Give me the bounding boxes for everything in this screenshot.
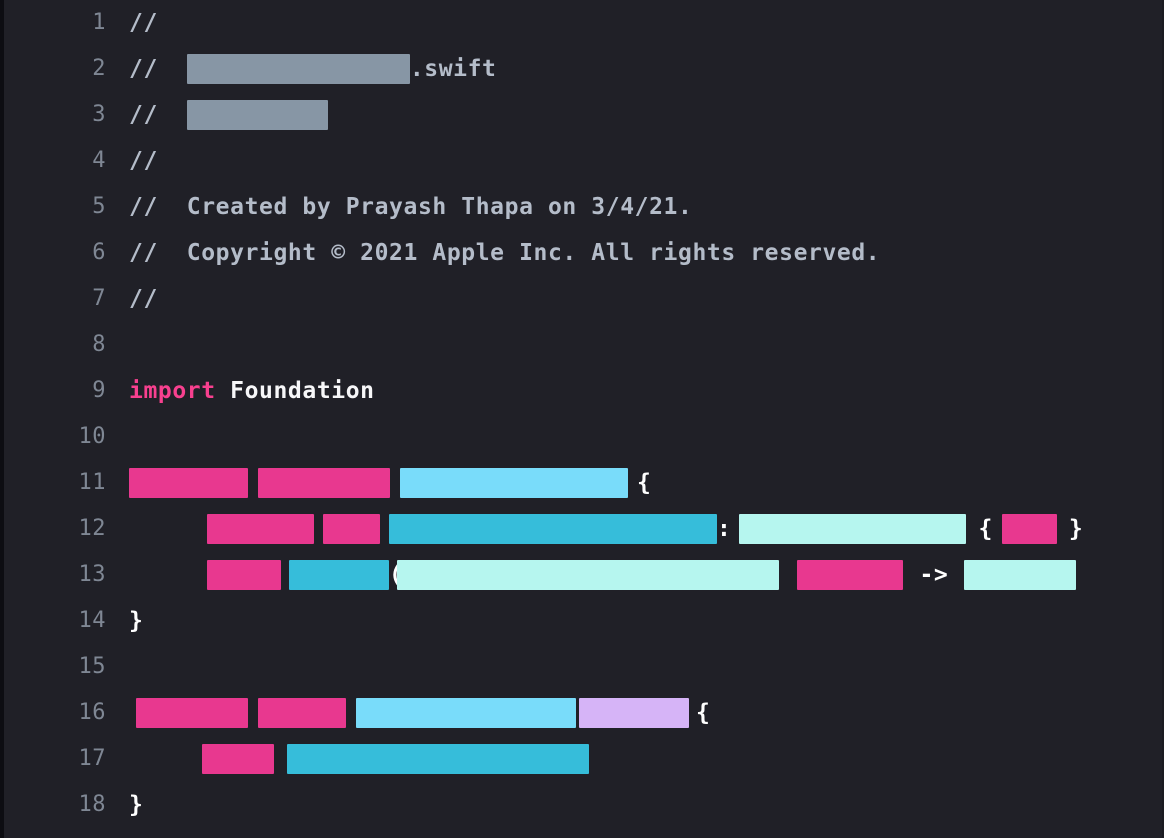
redacted-code-block <box>356 698 576 728</box>
code-line-content[interactable]: (-> <box>106 552 1164 598</box>
redacted-code-block <box>136 698 248 728</box>
line-number: 18 <box>78 792 106 817</box>
redacted-code-block <box>400 468 628 498</box>
code-line-content[interactable]: : {} <box>106 506 1164 552</box>
line-number: 16 <box>78 700 106 725</box>
code-token-keyword: import <box>129 378 216 404</box>
line-number: 3 <box>92 102 106 127</box>
redacted-code-block <box>323 514 380 544</box>
line-number: 4 <box>92 148 106 173</box>
code-token-comment: // <box>129 286 158 312</box>
code-token-plain: Foundation <box>230 378 375 404</box>
line-number: 11 <box>78 470 106 495</box>
code-line-content[interactable]: // .swift <box>106 46 1164 92</box>
line-number: 12 <box>78 516 106 541</box>
redacted-code-block <box>739 514 967 544</box>
code-line-content[interactable] <box>106 644 1164 690</box>
code-line-content[interactable]: // <box>106 138 1164 184</box>
code-line[interactable]: 4 // <box>0 138 1164 184</box>
code-line[interactable]: 8 <box>0 322 1164 368</box>
code-line-content[interactable]: import Foundation <box>106 368 1164 414</box>
code-token-comment: // Created by Prayash Thapa on 3/4/21. <box>129 194 693 220</box>
code-line[interactable]: 6 // Copyright © 2021 Apple Inc. All righ… <box>0 230 1164 276</box>
redacted-code-block <box>258 698 346 728</box>
code-line-content[interactable]: ( <box>106 736 1164 782</box>
code-token-punc: } <box>129 792 144 818</box>
code-line-content[interactable]: } <box>106 782 1164 828</box>
code-token-comment: // <box>129 56 158 82</box>
line-number: 5 <box>92 194 106 219</box>
redacted-code-block <box>287 744 590 774</box>
code-line-content[interactable]: // Copyright © 2021 Apple Inc. All right… <box>106 230 1164 276</box>
code-token-punc: : <box>717 516 732 542</box>
line-number: 2 <box>92 56 106 81</box>
code-line-content[interactable] <box>106 414 1164 460</box>
code-line-content[interactable]: { <box>106 690 1164 736</box>
code-token-punc: -> <box>919 562 949 588</box>
code-token-punc: } <box>1068 516 1084 542</box>
code-line[interactable]: 10 <box>0 414 1164 460</box>
code-token-comment: // Copyright © 2021 Apple Inc. All right… <box>129 240 881 266</box>
code-line[interactable]: 7 // <box>0 276 1164 322</box>
redacted-code-block <box>1001 514 1057 544</box>
code-line[interactable]: 3 // <box>0 92 1164 138</box>
redacted-code-block <box>964 560 1077 590</box>
redacted-code-block <box>207 560 281 590</box>
code-token-comment: // <box>129 148 158 174</box>
redacted-code-block <box>258 468 390 498</box>
redacted-code-block <box>397 560 780 590</box>
code-line-content[interactable]: { <box>106 460 1164 506</box>
line-number: 1 <box>92 10 106 35</box>
line-number: 15 <box>78 654 106 679</box>
code-line[interactable]: 15 <box>0 644 1164 690</box>
code-line[interactable]: 9 import Foundation <box>0 368 1164 414</box>
code-line-content[interactable] <box>106 322 1164 368</box>
redacted-code-block <box>207 514 314 544</box>
code-line[interactable]: 13(-> <box>0 552 1164 598</box>
line-number: 9 <box>92 378 106 403</box>
code-line-content[interactable]: // Created by Prayash Thapa on 3/4/21. <box>106 184 1164 230</box>
code-token-punc: } <box>129 608 144 634</box>
code-line[interactable]: 11 { <box>0 460 1164 506</box>
code-line[interactable]: 17( <box>0 736 1164 782</box>
line-number: 13 <box>78 562 106 587</box>
redacted-code-block <box>797 560 904 590</box>
line-number: 8 <box>92 332 106 357</box>
code-line-content[interactable]: } <box>106 598 1164 644</box>
code-token-punc: { <box>637 470 652 496</box>
line-number: 7 <box>92 286 106 311</box>
code-editor[interactable]: 1//2// .swift 3// 4//5// Created by Praya… <box>0 0 1164 838</box>
redacted-code-block <box>389 514 717 544</box>
code-line[interactable]: 18} <box>0 782 1164 828</box>
code-line[interactable]: 1 // <box>0 0 1164 46</box>
code-token-comment: // <box>129 10 158 36</box>
redacted-code-block <box>186 100 328 130</box>
line-number: 10 <box>78 424 106 449</box>
code-line-content[interactable]: // <box>106 276 1164 322</box>
code-token-comment: .swift <box>409 56 497 82</box>
code-line-content[interactable]: // <box>106 92 1164 138</box>
line-number: 14 <box>78 608 106 633</box>
code-line[interactable]: 2// .swift <box>0 46 1164 92</box>
line-number: 6 <box>92 240 106 265</box>
code-token-punc: { <box>978 516 993 542</box>
line-number: 17 <box>78 746 106 771</box>
redacted-code-block <box>129 468 248 498</box>
code-line[interactable]: 12: {} <box>0 506 1164 552</box>
code-line-content[interactable]: // <box>106 0 1164 46</box>
code-line[interactable]: 5 // Created by Prayash Thapa on 3/4/21. <box>0 184 1164 230</box>
redacted-code-block <box>289 560 389 590</box>
redacted-code-block <box>186 54 410 84</box>
code-token-punc: { <box>696 700 711 726</box>
redacted-code-block <box>579 698 689 728</box>
code-line[interactable]: 16 { <box>0 690 1164 736</box>
code-token-comment: // <box>129 102 158 128</box>
code-line[interactable]: 14} <box>0 598 1164 644</box>
redacted-code-block <box>202 744 275 774</box>
